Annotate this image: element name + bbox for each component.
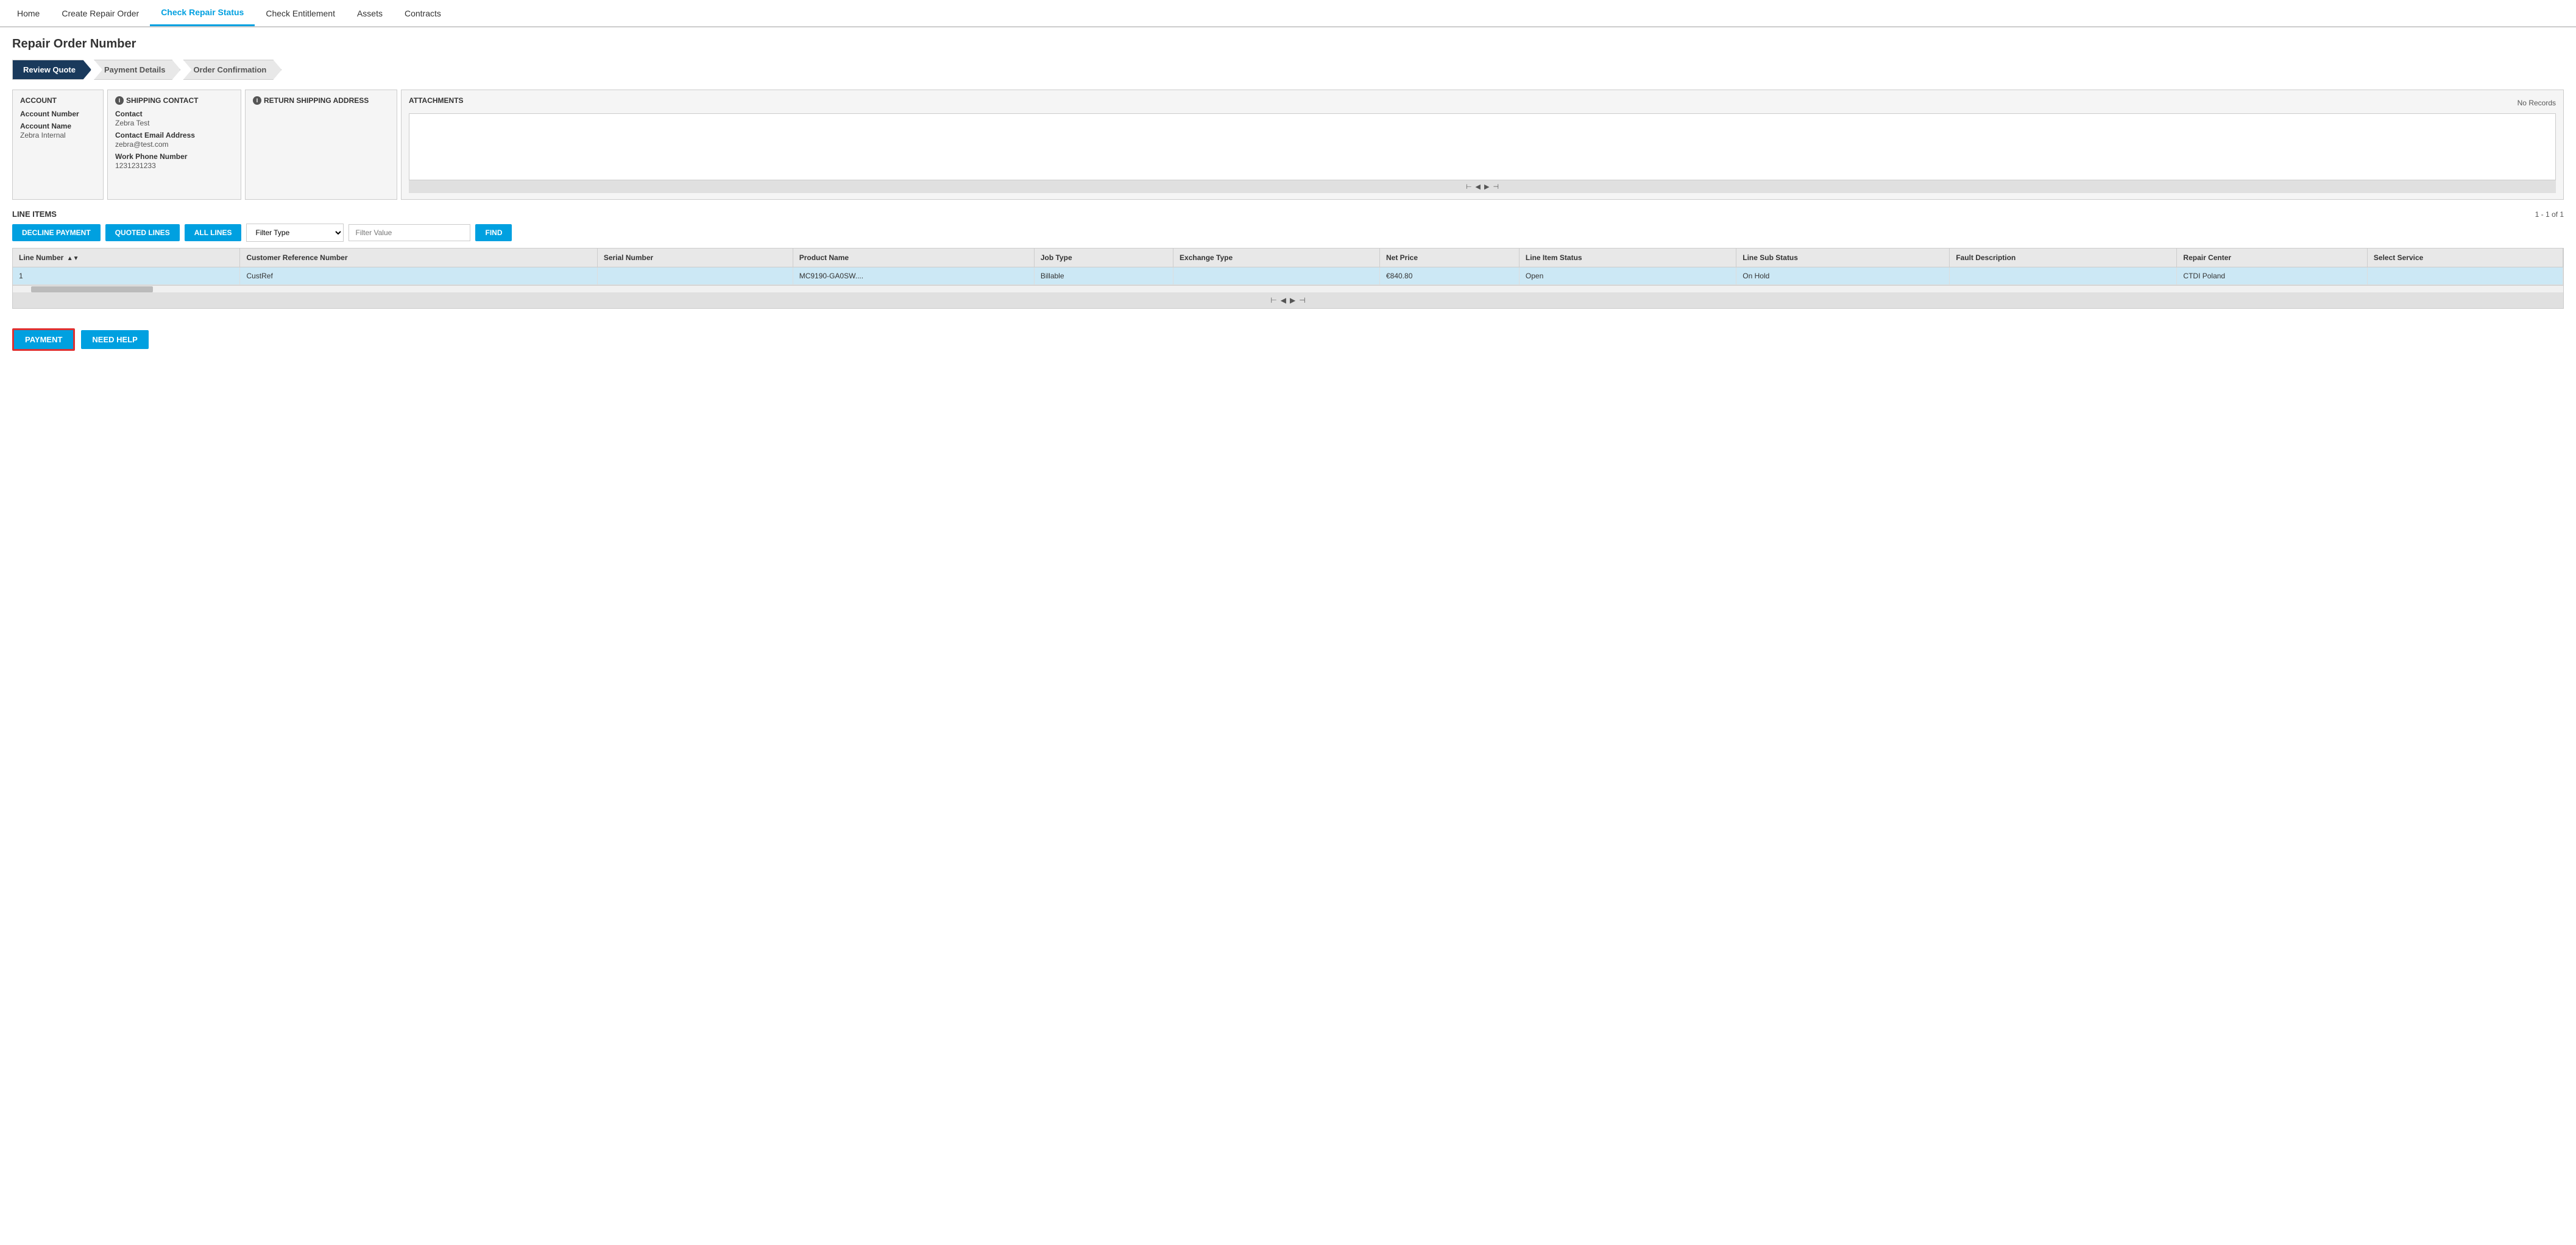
nav-item-check-entitlement[interactable]: Check Entitlement bbox=[255, 1, 346, 26]
need-help-button[interactable]: NEED HELP bbox=[81, 330, 148, 349]
pagination-info: 1 - 1 of 1 bbox=[2535, 210, 2564, 219]
contact-label: Contact bbox=[115, 110, 233, 118]
panels-row: ACCOUNT Account Number Account Name Zebr… bbox=[12, 90, 2564, 200]
line-items-toolbar: DECLINE PAYMENT QUOTED LINES ALL LINES F… bbox=[12, 224, 2564, 242]
shipping-panel: i SHIPPING CONTACT Contact Zebra Test Co… bbox=[107, 90, 241, 200]
line-items-title: LINE ITEMS bbox=[12, 210, 57, 219]
sort-line-number-icon: ▲▼ bbox=[67, 255, 79, 262]
work-phone-value: 1231231233 bbox=[115, 161, 233, 170]
decline-payment-button[interactable]: DECLINE PAYMENT bbox=[12, 224, 101, 241]
account-panel: ACCOUNT Account Number Account Name Zebr… bbox=[12, 90, 104, 200]
wizard-step-review-quote[interactable]: Review Quote bbox=[12, 60, 91, 80]
table-first-icon[interactable]: ⊢ bbox=[1270, 296, 1276, 305]
contact-email-label: Contact Email Address bbox=[115, 131, 233, 139]
account-name-value: Zebra Internal bbox=[20, 131, 96, 139]
table-prev-icon[interactable]: ◀ bbox=[1281, 296, 1286, 305]
return-info-icon: i bbox=[253, 96, 261, 105]
account-number-label: Account Number bbox=[20, 110, 96, 118]
cell-exchange-type bbox=[1173, 267, 1380, 285]
return-shipping-panel: i RETURN SHIPPING ADDRESS bbox=[245, 90, 397, 200]
nav-item-create-repair-order[interactable]: Create Repair Order bbox=[51, 1, 150, 26]
wizard-step-payment-details[interactable]: Payment Details bbox=[94, 60, 180, 80]
table-footer: ⊢ ◀ ▶ ⊣ bbox=[13, 292, 2563, 308]
payment-button[interactable]: PAYMENT bbox=[12, 328, 75, 351]
shipping-header-label: SHIPPING CONTACT bbox=[126, 96, 198, 105]
col-line-item-status[interactable]: Line Item Status bbox=[1519, 249, 1736, 267]
return-header-label: RETURN SHIPPING ADDRESS bbox=[264, 96, 369, 105]
cell-line-sub-status: On Hold bbox=[1736, 267, 1950, 285]
nav-item-check-repair-status[interactable]: Check Repair Status bbox=[150, 0, 255, 26]
line-items-table-container: Line Number ▲▼ Customer Reference Number… bbox=[12, 248, 2564, 309]
attachments-top: ATTACHMENTS No Records bbox=[409, 96, 2556, 110]
col-exchange-type[interactable]: Exchange Type bbox=[1173, 249, 1380, 267]
col-line-sub-status[interactable]: Line Sub Status bbox=[1736, 249, 1950, 267]
col-job-type[interactable]: Job Type bbox=[1034, 249, 1173, 267]
wizard-step-order-confirmation[interactable]: Order Confirmation bbox=[183, 60, 281, 80]
attachments-footer: ⊢ ◀ ▶ ⊣ bbox=[409, 180, 2556, 193]
cell-serial-number bbox=[597, 267, 793, 285]
table-header-row: Line Number ▲▼ Customer Reference Number… bbox=[13, 249, 2563, 267]
main-content: Repair Order Number Review Quote Payment… bbox=[0, 27, 2576, 319]
cell-customer-ref: CustRef bbox=[240, 267, 597, 285]
attachments-box bbox=[409, 113, 2556, 180]
quoted-lines-button[interactable]: QUOTED LINES bbox=[105, 224, 180, 241]
nav-item-assets[interactable]: Assets bbox=[346, 1, 394, 26]
contact-value: Zebra Test bbox=[115, 119, 233, 127]
line-items-table: Line Number ▲▼ Customer Reference Number… bbox=[13, 249, 2563, 285]
bottom-bar: PAYMENT NEED HELP bbox=[0, 319, 2576, 361]
attachments-header: ATTACHMENTS bbox=[409, 96, 464, 105]
attach-first-icon[interactable]: ⊢ bbox=[1466, 183, 1472, 191]
col-serial-number[interactable]: Serial Number bbox=[597, 249, 793, 267]
cell-line-number: 1 bbox=[13, 267, 240, 285]
col-select-service[interactable]: Select Service bbox=[2367, 249, 2563, 267]
col-line-number[interactable]: Line Number ▲▼ bbox=[13, 249, 240, 267]
scroll-thumb[interactable] bbox=[31, 286, 153, 292]
col-product-name[interactable]: Product Name bbox=[793, 249, 1034, 267]
table-row[interactable]: 1 CustRef MC9190-GA0SW.... Billable €840… bbox=[13, 267, 2563, 285]
horizontal-scrollbar[interactable] bbox=[13, 285, 2563, 292]
cell-fault-description bbox=[1950, 267, 2177, 285]
cell-net-price: €840.80 bbox=[1379, 267, 1519, 285]
attach-prev-icon[interactable]: ◀ bbox=[1476, 183, 1481, 191]
attach-next-icon[interactable]: ▶ bbox=[1484, 183, 1489, 191]
cell-job-type: Billable bbox=[1034, 267, 1173, 285]
account-header-label: ACCOUNT bbox=[20, 96, 57, 105]
shipping-panel-header: i SHIPPING CONTACT bbox=[115, 96, 233, 105]
account-panel-header: ACCOUNT bbox=[20, 96, 96, 105]
cell-select-service bbox=[2367, 267, 2563, 285]
return-panel-header: i RETURN SHIPPING ADDRESS bbox=[253, 96, 389, 105]
table-last-icon[interactable]: ⊣ bbox=[1299, 296, 1305, 305]
nav-item-contracts[interactable]: Contracts bbox=[394, 1, 452, 26]
page-title: Repair Order Number bbox=[12, 37, 2564, 51]
attach-last-icon[interactable]: ⊣ bbox=[1493, 183, 1499, 191]
all-lines-button[interactable]: ALL LINES bbox=[185, 224, 242, 241]
attachments-panel: ATTACHMENTS No Records ⊢ ◀ ▶ ⊣ bbox=[401, 90, 2564, 200]
attachments-no-records: No Records bbox=[2518, 99, 2556, 107]
col-fault-description[interactable]: Fault Description bbox=[1950, 249, 2177, 267]
line-items-header: LINE ITEMS 1 - 1 of 1 bbox=[12, 210, 2564, 219]
col-net-price[interactable]: Net Price bbox=[1379, 249, 1519, 267]
account-name-label: Account Name bbox=[20, 122, 96, 130]
work-phone-label: Work Phone Number bbox=[115, 152, 233, 161]
table-next-icon[interactable]: ▶ bbox=[1290, 296, 1295, 305]
contact-email-value: zebra@test.com bbox=[115, 140, 233, 149]
nav-item-home[interactable]: Home bbox=[6, 1, 51, 26]
cell-line-item-status: Open bbox=[1519, 267, 1736, 285]
cell-repair-center: CTDI Poland bbox=[2177, 267, 2368, 285]
nav-bar: Home Create Repair Order Check Repair St… bbox=[0, 0, 2576, 27]
col-repair-center[interactable]: Repair Center bbox=[2177, 249, 2368, 267]
cell-product-name: MC9190-GA0SW.... bbox=[793, 267, 1034, 285]
filter-value-input[interactable] bbox=[349, 224, 470, 241]
col-customer-ref[interactable]: Customer Reference Number bbox=[240, 249, 597, 267]
find-button[interactable]: FIND bbox=[475, 224, 512, 241]
shipping-info-icon: i bbox=[115, 96, 124, 105]
filter-type-select[interactable]: Filter Type bbox=[246, 224, 344, 242]
wizard-steps: Review Quote Payment Details Order Confi… bbox=[12, 60, 2564, 80]
